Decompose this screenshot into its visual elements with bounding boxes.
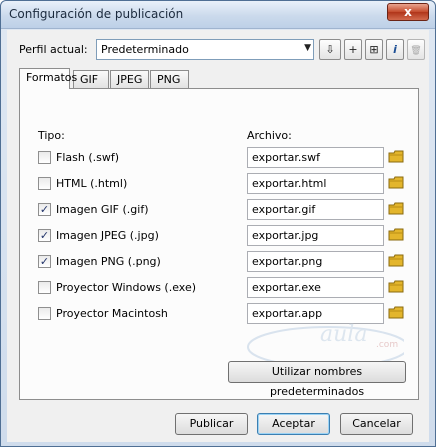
folder-icon[interactable] [388, 150, 404, 164]
folder-icon[interactable] [388, 202, 404, 216]
label-mac-projector: Proyector Macintosh [56, 307, 168, 320]
file-field-mac-projector[interactable] [247, 303, 384, 324]
cancel-button[interactable]: Cancelar [340, 413, 413, 435]
tab-png[interactable]: PNG [150, 70, 189, 88]
checkbox-windows-projector[interactable] [38, 281, 51, 294]
profile-properties-button[interactable]: i [386, 39, 404, 60]
plus-icon: + [348, 43, 358, 56]
tab-gif[interactable]: GIF [73, 70, 109, 88]
window-title: Configuración de publicación [9, 7, 184, 21]
checkbox-png[interactable]: ✓ [38, 255, 51, 268]
file-field-png[interactable] [247, 251, 384, 272]
label-html: HTML (.html) [56, 177, 128, 190]
file-field-flash[interactable] [247, 147, 384, 168]
use-default-names-button[interactable]: Utilizar nombres predeterminados [228, 361, 406, 398]
watermark-sub: .com [376, 340, 398, 350]
checkbox-jpeg[interactable]: ✓ [38, 229, 51, 242]
profile-select[interactable]: Predeterminado ▼ [96, 39, 314, 60]
publish-button[interactable]: Publicar [175, 413, 248, 435]
duplicate-icon: ⊞ [369, 43, 379, 56]
chevron-down-icon: ▼ [304, 43, 311, 53]
delete-profile-button[interactable]: 🗑 [407, 39, 425, 60]
tab-formatos[interactable]: Formatos [19, 68, 77, 89]
aulaclic-watermark: aula .com [247, 322, 404, 367]
label-jpeg: Imagen JPEG (.jpg) [56, 229, 159, 242]
checkbox-gif[interactable]: ✓ [38, 203, 51, 216]
info-icon: i [393, 43, 397, 56]
trash-icon: 🗑 [410, 46, 422, 56]
file-field-gif[interactable] [247, 199, 384, 220]
label-gif: Imagen GIF (.gif) [56, 203, 149, 216]
type-header: Tipo: [38, 129, 65, 142]
import-profile-button[interactable]: ⇩ [319, 39, 341, 60]
import-icon: ⇩ [325, 43, 335, 56]
folder-icon[interactable] [388, 306, 404, 320]
folder-icon[interactable] [388, 254, 404, 268]
file-field-jpeg[interactable] [247, 225, 384, 246]
watermark-text: aula [320, 322, 367, 347]
duplicate-profile-button[interactable]: ⊞ [365, 39, 383, 60]
file-field-html[interactable] [247, 173, 384, 194]
file-field-windows-projector[interactable] [247, 277, 384, 298]
folder-icon[interactable] [388, 176, 404, 190]
checkbox-html[interactable] [38, 177, 51, 190]
formats-panel: Tipo: Archivo: Flash (.swf) HTML (.html)… [19, 88, 419, 400]
label-flash: Flash (.swf) [56, 151, 120, 164]
label-windows-projector: Proyector Windows (.exe) [56, 281, 197, 294]
close-button[interactable]: x [387, 3, 429, 21]
checkbox-mac-projector[interactable] [38, 307, 51, 320]
folder-icon[interactable] [388, 228, 404, 242]
add-profile-button[interactable]: + [344, 39, 362, 60]
checkbox-flash[interactable] [38, 151, 51, 164]
accept-button[interactable]: Aceptar [257, 413, 330, 435]
label-png: Imagen PNG (.png) [56, 255, 161, 268]
folder-icon[interactable] [388, 280, 404, 294]
tab-jpeg[interactable]: JPEG [110, 70, 149, 88]
publish-settings-window: Configuración de publicación x Perfil ac… [0, 0, 436, 447]
dialog-body: Perfil actual: Predeterminado ▼ ⇩ + ⊞ i … [7, 30, 429, 442]
profile-label: Perfil actual: [19, 43, 88, 56]
title-bar[interactable]: Configuración de publicación x [1, 1, 435, 29]
profile-selected-value: Predeterminado [101, 43, 189, 56]
file-header: Archivo: [247, 129, 292, 142]
